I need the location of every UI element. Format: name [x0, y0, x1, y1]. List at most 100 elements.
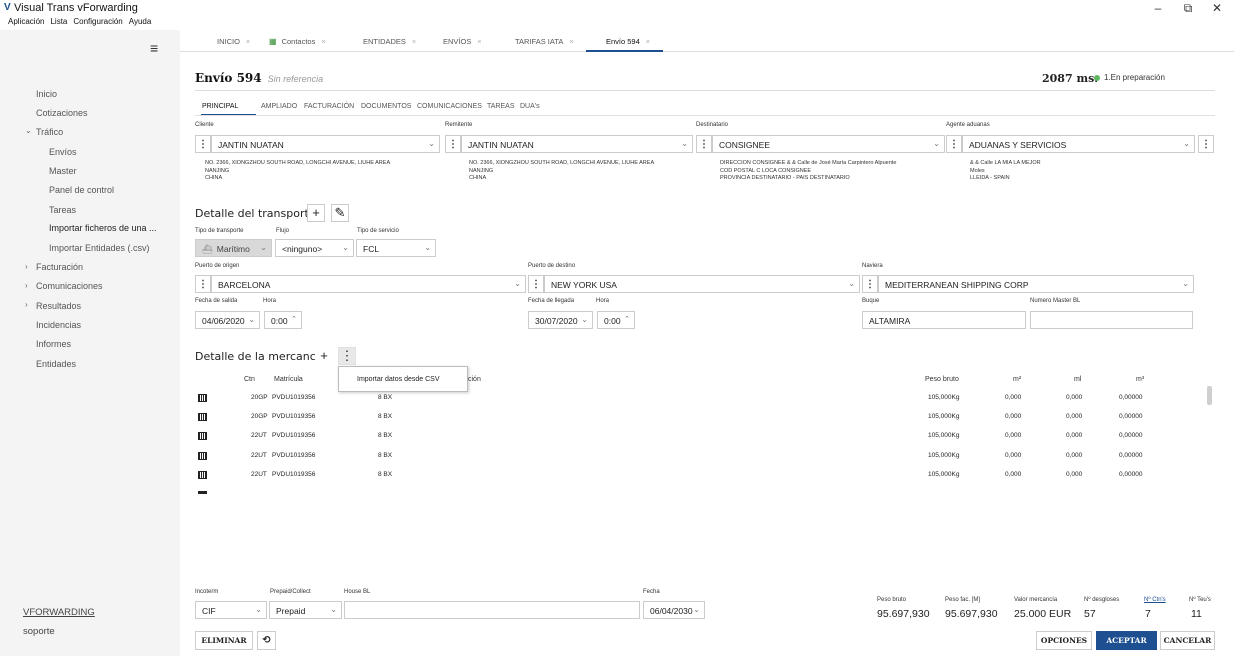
- flujo-select[interactable]: <ninguno> ⌄: [275, 239, 354, 257]
- tipo-transporte-label: Tipo de transporte: [195, 228, 244, 234]
- tab-inicio[interactable]: INICIO ×: [217, 37, 250, 46]
- col-ml: ml: [1074, 376, 1082, 383]
- valor-value: 25.000 EUR: [1014, 608, 1072, 620]
- sidebar-item-comunicaciones[interactable]: Comunicaciones: [36, 281, 103, 291]
- incoterm-select[interactable]: CIF ⌄: [195, 601, 267, 619]
- aceptar-button[interactable]: ACEPTAR: [1096, 631, 1157, 650]
- table-row[interactable]: 22UT PVDU1019356 8 BX 105,000Kg 0,000 0,…: [195, 427, 1215, 446]
- chevron-down-icon[interactable]: ⌄: [25, 126, 32, 135]
- opciones-button[interactable]: OPCIONES: [1036, 631, 1092, 650]
- table-row[interactable]: 22UT PVDU1019356 8 BX 105,000Kg 0,000 0,…: [195, 447, 1215, 466]
- destino-more-icon[interactable]: ⋮: [528, 275, 544, 293]
- naviera-more-icon[interactable]: ⋮: [862, 275, 878, 293]
- destinatario-select[interactable]: CONSIGNEE ⌄: [712, 135, 945, 153]
- tipo-transporte-select[interactable]: ⛴ Marítimo ⌄: [195, 239, 272, 257]
- support-link[interactable]: soporte: [23, 626, 55, 637]
- fecha-salida-picker[interactable]: 04/06/2020 ⌄: [195, 311, 260, 329]
- tab-envios[interactable]: ENVÍOS ×: [443, 37, 481, 46]
- menu-aplicacion[interactable]: Aplicación: [8, 17, 44, 29]
- subtab-documentos[interactable]: DOCUMENTOS: [361, 103, 411, 110]
- house-bl-input[interactable]: [344, 601, 640, 619]
- tab-entidades[interactable]: ENTIDADES ×: [363, 37, 416, 46]
- buque-label: Buque: [862, 298, 880, 304]
- tab-close-icon[interactable]: ×: [321, 39, 325, 46]
- menu-lista[interactable]: Lista: [50, 17, 67, 29]
- tipo-servicio-select[interactable]: FCL ⌄: [356, 239, 436, 257]
- puerto-origen-select[interactable]: BARCELONA ⌄: [211, 275, 526, 293]
- agente-extra-more-icon[interactable]: ⋮: [1198, 135, 1214, 153]
- sidebar-item-informes[interactable]: Informes: [36, 339, 71, 349]
- puerto-destino-select[interactable]: NEW YORK USA ⌄: [544, 275, 860, 293]
- sidebar-item-importar-ficheros[interactable]: Importar ficheros de una ...: [49, 223, 157, 233]
- table-row[interactable]: 20GP PVDU1019356 8 BX 105,000Kg 0,000 0,…: [195, 408, 1215, 427]
- subtab-ampliado[interactable]: AMPLIADO: [261, 103, 297, 110]
- cell-peso: 105,000Kg: [928, 432, 960, 439]
- subtab-facturacion[interactable]: FACTURACIÓN: [304, 103, 354, 110]
- add-transport-icon[interactable]: +: [307, 204, 325, 222]
- sidebar-item-inicio[interactable]: Inicio: [36, 89, 57, 99]
- tab-tarifas-iata[interactable]: TARIFAS IATA ×: [515, 37, 573, 46]
- master-bl-input[interactable]: [1030, 311, 1193, 329]
- tab-close-icon[interactable]: ×: [412, 39, 416, 46]
- tab-close-icon[interactable]: ×: [569, 39, 573, 46]
- menu-ayuda[interactable]: Ayuda: [129, 17, 152, 29]
- tab-close-icon[interactable]: ×: [646, 39, 650, 46]
- remitente-more-icon[interactable]: ⋮: [445, 135, 461, 153]
- col-m2: m²: [1013, 376, 1022, 383]
- remitente-select[interactable]: JANTIN NUATAN ⌄: [461, 135, 693, 153]
- naviera-select[interactable]: MEDITERRANEAN SHIPPING CORP ⌄: [878, 275, 1194, 293]
- agente-select[interactable]: ADUANAS Y SERVICIOS ⌄: [962, 135, 1195, 153]
- sidebar-item-trafico[interactable]: Tráfico: [36, 127, 63, 137]
- destinatario-more-icon[interactable]: ⋮: [696, 135, 712, 153]
- tab-envio-594[interactable]: Envío 594 ×: [606, 37, 650, 46]
- sidebar-item-tareas[interactable]: Tareas: [49, 205, 76, 215]
- table-row[interactable]: 22UT PVDU1019356 8 BX 105,000Kg 0,000 0,…: [195, 466, 1215, 485]
- history-icon[interactable]: ⟲: [257, 631, 276, 650]
- ctns-label-link[interactable]: Nº Ctn's: [1144, 597, 1166, 603]
- sidebar-item-incidencias[interactable]: Incidencias: [36, 320, 81, 330]
- sidebar-item-entidades[interactable]: Entidades: [36, 359, 76, 369]
- fecha-picker[interactable]: 06/04/2030 ⌄: [643, 601, 705, 619]
- subtab-duas[interactable]: DUA's: [520, 103, 540, 110]
- cliente-select[interactable]: JANTIN NUATAN ⌄: [211, 135, 440, 153]
- subtab-principal[interactable]: PRINCIPAL: [202, 103, 238, 110]
- sidebar-item-facturacion[interactable]: Facturación: [36, 262, 83, 272]
- sidebar-item-cotizaciones[interactable]: Cotizaciones: [36, 108, 88, 118]
- chevron-right-icon[interactable]: ›: [25, 262, 28, 271]
- edit-pencil-icon[interactable]: ✎: [331, 204, 349, 222]
- close-icon[interactable]: ✕: [1207, 1, 1227, 15]
- tab-contactos[interactable]: ▦ Contactos ×: [269, 37, 325, 46]
- sidebar-item-panel-control[interactable]: Panel de control: [49, 185, 114, 195]
- table-scrollbar[interactable]: [1207, 386, 1212, 405]
- chevron-right-icon[interactable]: ›: [25, 281, 28, 290]
- menu-configuracion[interactable]: Configuración: [73, 17, 122, 29]
- chevron-right-icon[interactable]: ›: [25, 300, 28, 309]
- agente-more-icon[interactable]: ⋮: [946, 135, 962, 153]
- sidebar-item-resultados[interactable]: Resultados: [36, 301, 81, 311]
- tab-close-icon[interactable]: ×: [246, 39, 250, 46]
- subtab-comunicaciones[interactable]: COMUNICACIONES: [417, 103, 482, 110]
- add-goods-icon[interactable]: +: [315, 347, 333, 365]
- hora-llegada-label: Hora: [596, 298, 610, 304]
- vforwarding-link[interactable]: VFORWARDING: [23, 607, 95, 618]
- hora-salida-stepper[interactable]: 0:00 ⌃: [264, 311, 302, 329]
- sidebar-item-importar-entidades[interactable]: Importar Entidades (.csv): [49, 243, 150, 253]
- cliente-more-icon[interactable]: ⋮: [195, 135, 211, 153]
- buque-input[interactable]: ALTAMIRA: [862, 311, 1026, 329]
- cell-ml: 0,000: [1066, 452, 1083, 459]
- fecha-llegada-picker[interactable]: 30/07/2020 ⌄: [528, 311, 593, 329]
- goods-more-icon[interactable]: ⋮: [338, 347, 356, 365]
- collapse-menu-icon[interactable]: ≡: [150, 40, 158, 56]
- origen-more-icon[interactable]: ⋮: [195, 275, 211, 293]
- sidebar-item-master[interactable]: Master: [49, 166, 77, 176]
- tab-close-icon[interactable]: ×: [477, 39, 481, 46]
- restore-icon[interactable]: ⧉: [1178, 1, 1198, 16]
- subtab-tareas[interactable]: TAREAS: [487, 103, 515, 110]
- cancelar-button[interactable]: CANCELAR: [1160, 631, 1215, 650]
- prepaid-select[interactable]: Prepaid ⌄: [269, 601, 342, 619]
- eliminar-button[interactable]: ELIMINAR: [195, 631, 253, 650]
- import-csv-menu-item[interactable]: Importar datos desde CSV: [357, 376, 440, 383]
- minimize-icon[interactable]: –: [1148, 1, 1168, 15]
- hora-llegada-stepper[interactable]: 0:00 ⌃: [597, 311, 635, 329]
- sidebar-item-envios[interactable]: Envíos: [49, 147, 77, 157]
